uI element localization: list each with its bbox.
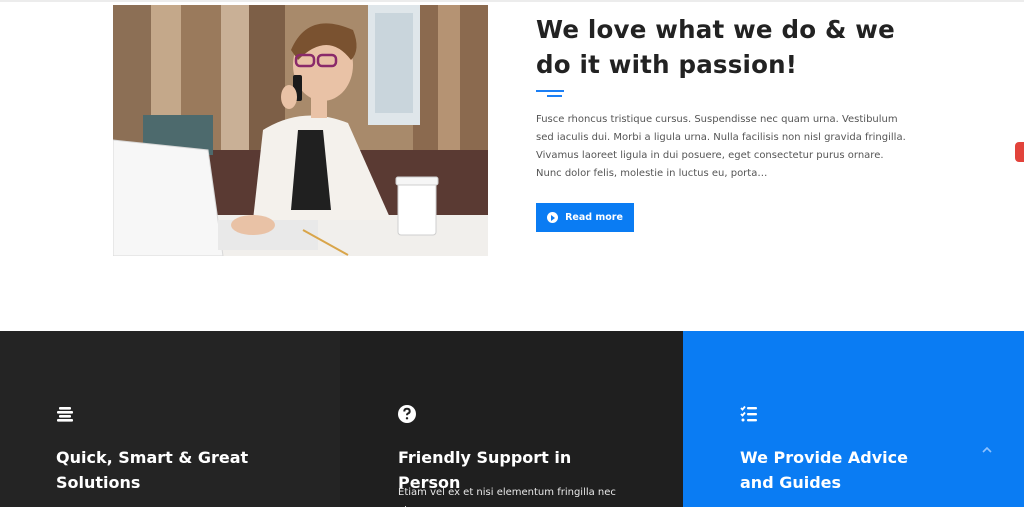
intro-heading: We love what we do & we do it with passi… (536, 15, 895, 79)
feature-title: Quick, Smart & Great Solutions (56, 448, 249, 492)
side-widget-tab[interactable] (1015, 142, 1024, 162)
feature-title: We Provide Advice and Guides (740, 448, 908, 492)
feature-text: Etiam vel ex et nisi elementum fringilla… (398, 487, 616, 507)
heading-underline-short (547, 95, 562, 97)
features-strip: Quick, Smart & Great Solutions Friendly … (0, 331, 1024, 507)
arrow-circle-right-icon (547, 212, 559, 223)
feature-card-support: Friendly Support in Person Etiam vel ex … (340, 331, 683, 507)
chevron-up-icon[interactable] (980, 443, 994, 457)
top-divider (0, 0, 1024, 2)
question-circle-icon (398, 405, 416, 423)
tasks-list-icon (740, 405, 757, 422)
read-more-button[interactable]: Read more (536, 203, 634, 232)
align-center-icon (57, 407, 73, 422)
office-woman-photo (113, 5, 488, 256)
feature-card-advice: We Provide Advice and Guides (683, 331, 1024, 507)
heading-underline (536, 90, 564, 92)
feature-card-solutions: Quick, Smart & Great Solutions (0, 331, 340, 507)
read-more-label: Read more (565, 212, 623, 223)
intro-paragraph: Fusce rhoncus tristique cursus. Suspendi… (536, 114, 906, 179)
